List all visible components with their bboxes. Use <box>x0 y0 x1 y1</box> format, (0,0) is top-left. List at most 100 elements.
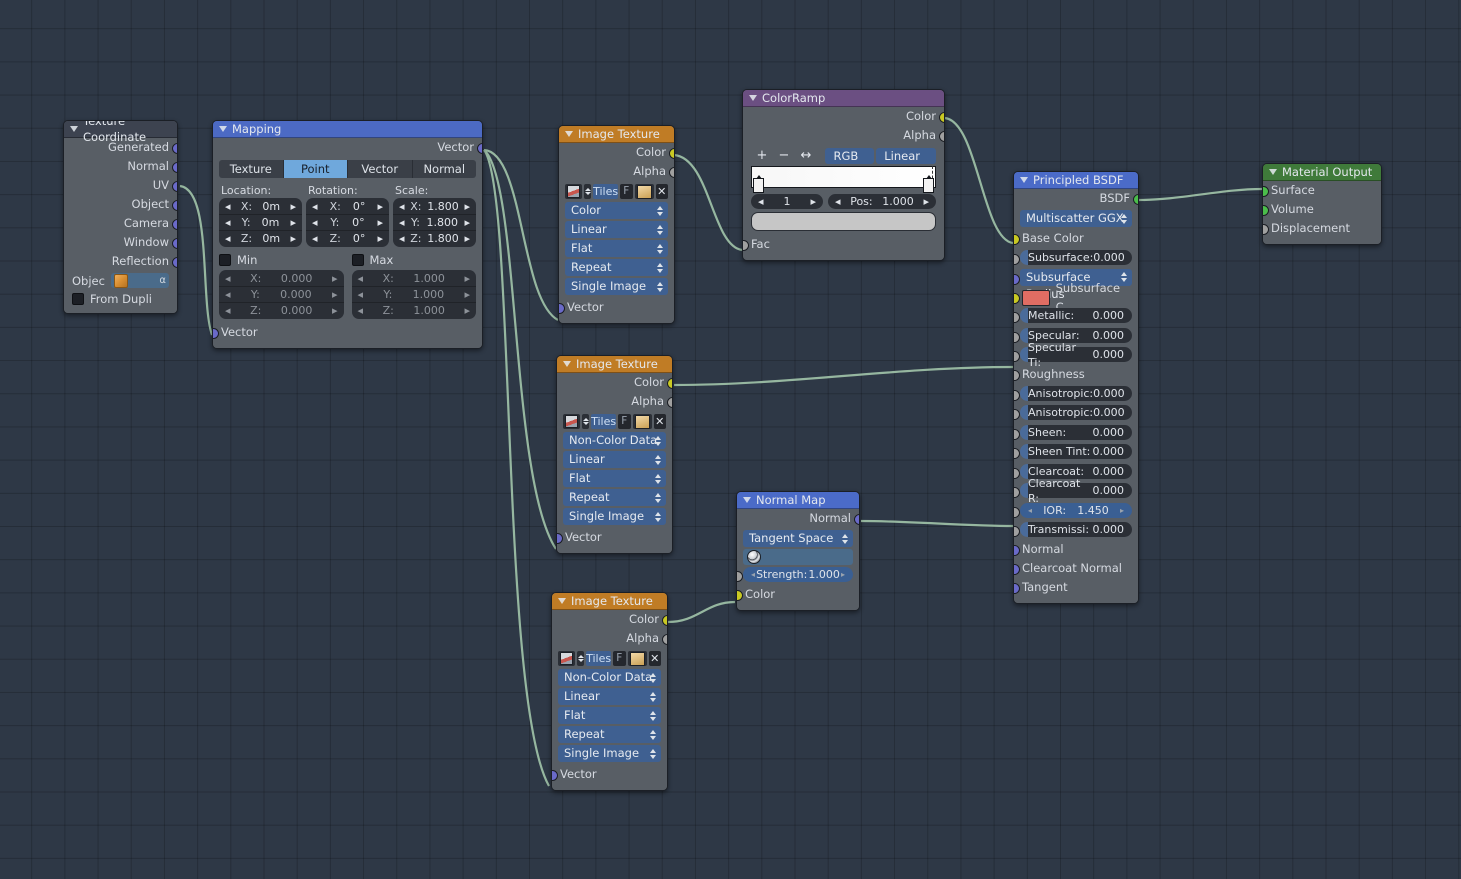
rotation-fields[interactable]: ◂ X: 0° ▸ ◂ Y: 0° ▸ ◂ Z: 0° ▸ <box>306 198 389 247</box>
browse-updown-icon[interactable] <box>584 184 592 199</box>
metallic-field[interactable]: Metallic: 0.000 <box>1020 308 1132 323</box>
node-header-texture-coordinate[interactable]: Texture Coordinate <box>64 121 177 144</box>
input-vector[interactable]: Vector <box>557 528 672 547</box>
anisotropic-rotation-field[interactable]: Anisotropic: 0.000 <box>1020 405 1132 420</box>
add-stop-button[interactable]: + <box>751 148 773 164</box>
node-header-normal-map[interactable]: Normal Map <box>737 492 859 509</box>
output-alpha[interactable]: Alpha <box>557 392 672 411</box>
socket-alpha[interactable] <box>938 131 944 142</box>
socket-color[interactable] <box>938 112 944 123</box>
socket-clearcoat[interactable] <box>1014 467 1020 479</box>
collapse-triangle-icon[interactable] <box>1020 177 1028 183</box>
socket-color[interactable] <box>668 148 674 159</box>
ramp-stop-color-swatch[interactable] <box>751 212 936 231</box>
socket-alpha[interactable] <box>661 634 667 645</box>
ramp-stop-controls[interactable]: ◂ 1 ▸ ◂ Pos: 1.000 ▸ <box>751 194 936 209</box>
color-ramp-gradient[interactable] <box>751 166 936 193</box>
fake-user-button[interactable]: F <box>620 184 633 199</box>
subsurface-field[interactable]: Subsurface: 0.000 <box>1020 249 1132 265</box>
dropdown-projection[interactable]: Flat <box>563 470 666 487</box>
socket-volume[interactable] <box>1263 205 1269 216</box>
input-fac[interactable]: Fac <box>743 235 944 254</box>
socket-alpha[interactable] <box>668 167 674 178</box>
socket-metallic[interactable] <box>1014 312 1020 323</box>
output-color[interactable]: Color <box>743 107 944 126</box>
dropdown-source[interactable]: Single Image <box>563 508 666 525</box>
input-subsurface[interactable]: Subsurface: 0.000 <box>1014 249 1138 268</box>
socket-color[interactable] <box>661 615 667 626</box>
ramp-index-field[interactable]: ◂ 1 ▸ <box>751 194 823 209</box>
ramp-mode-selectors[interactable]: RGB Linear <box>825 148 936 164</box>
socket-strength[interactable] <box>737 571 743 582</box>
input-displacement[interactable]: Displacement <box>1263 219 1381 238</box>
browse-image-button[interactable] <box>558 651 575 666</box>
subsurface-color-swatch[interactable] <box>1022 290 1050 306</box>
dropdown-projection[interactable]: Flat <box>558 707 661 724</box>
object-field-row[interactable]: Objec ⍺ <box>64 271 177 290</box>
min-toggle[interactable]: Min <box>219 251 344 268</box>
socket-ior[interactable] <box>1014 506 1020 518</box>
unlink-image-button[interactable]: ✕ <box>653 414 666 429</box>
input-subsurface-color[interactable]: Subsurface C... <box>1014 281 1138 314</box>
rotation-z[interactable]: ◂ Z: 0° ▸ <box>306 231 389 246</box>
image-name-field[interactable]: Tiles <box>593 184 619 199</box>
dropdown-interpolation[interactable]: Linear <box>563 451 666 468</box>
socket-sheen[interactable] <box>1014 428 1020 440</box>
socket-anisotropic[interactable] <box>1014 389 1020 401</box>
location-z[interactable]: ◂ Z: 0m ▸ <box>219 231 302 246</box>
input-normal[interactable]: Normal <box>1014 540 1138 559</box>
input-volume[interactable]: Volume <box>1263 200 1381 219</box>
output-uv[interactable]: UV <box>64 176 177 195</box>
socket-specular-tint[interactable] <box>1014 351 1020 362</box>
strength-field[interactable]: ◂ Strength: 1.000 ▸ <box>743 567 853 582</box>
from-dupli-row[interactable]: From Dupli <box>64 290 177 307</box>
input-sheen[interactable]: Sheen: 0.000 <box>1014 424 1138 443</box>
dropdown-colorspace[interactable]: Color <box>565 202 668 219</box>
ramp-stop-right[interactable] <box>923 175 934 193</box>
socket-surface[interactable] <box>1263 186 1269 197</box>
collapse-triangle-icon[interactable] <box>743 497 751 503</box>
fake-user-button[interactable]: F <box>618 414 631 429</box>
dropdown-source[interactable]: Single Image <box>565 278 668 295</box>
dropdown-source[interactable]: Single Image <box>558 745 661 762</box>
node-principled-bsdf[interactable]: Principled BSDF BSDF Multiscatter GGX Ba… <box>1013 171 1139 604</box>
uv-map-field[interactable] <box>743 549 853 565</box>
image-name-field[interactable]: Tiles <box>586 651 612 666</box>
output-color[interactable]: Color <box>552 610 667 629</box>
node-material-output[interactable]: Material Output Surface Volume Displacem… <box>1262 163 1382 245</box>
node-image-texture-3[interactable]: Image Texture Color Alpha Tiles F ✕ Non-… <box>551 592 668 791</box>
input-anisotropic-rotation[interactable]: Anisotropic: 0.000 <box>1014 405 1138 423</box>
collapse-triangle-icon[interactable] <box>1269 169 1277 175</box>
socket-transmission[interactable] <box>1014 526 1020 537</box>
dropdown-extension[interactable]: Repeat <box>563 489 666 506</box>
rotation-y[interactable]: ◂ Y: 0° ▸ <box>306 215 389 231</box>
input-strength[interactable]: ◂ Strength: 1.000 ▸ <box>737 567 859 585</box>
tab-point[interactable]: Point <box>283 160 348 178</box>
socket-base-color[interactable] <box>1014 234 1020 245</box>
output-bsdf[interactable]: BSDF <box>1014 189 1138 208</box>
mapping-type-tabs[interactable]: Texture Point Vector Normal <box>219 160 476 178</box>
input-metallic[interactable]: Metallic: 0.000 <box>1014 308 1138 326</box>
input-anisotropic[interactable]: Anisotropic: 0.000 <box>1014 385 1138 404</box>
input-surface[interactable]: Surface <box>1263 181 1381 200</box>
browse-image-button[interactable] <box>563 414 580 429</box>
socket-object[interactable] <box>171 200 177 211</box>
output-normal[interactable]: Normal <box>64 157 177 176</box>
subsurface-color-row[interactable]: Subsurface C... <box>1014 281 1138 314</box>
socket-reflection[interactable] <box>171 257 177 268</box>
node-header-mapping[interactable]: Mapping <box>213 121 482 138</box>
socket-subsurface-color[interactable] <box>1014 292 1020 304</box>
output-window[interactable]: Window <box>64 233 177 252</box>
socket-vector-in[interactable] <box>552 770 558 781</box>
output-reflection[interactable]: Reflection <box>64 252 177 271</box>
socket-camera[interactable] <box>171 219 177 230</box>
socket-window[interactable] <box>171 238 177 249</box>
dropdown-colorspace[interactable]: Non-Color Data <box>563 432 666 449</box>
input-tangent[interactable]: Tangent <box>1014 578 1138 597</box>
open-image-button[interactable] <box>634 184 654 199</box>
input-clearcoat-normal[interactable]: Clearcoat Normal <box>1014 559 1138 578</box>
dropdown-extension[interactable]: Repeat <box>565 259 668 276</box>
socket-tangent[interactable] <box>1014 583 1020 594</box>
input-sheen-tint[interactable]: Sheen Tint: 0.000 <box>1014 444 1138 462</box>
from-dupli-checkbox[interactable] <box>72 292 84 305</box>
